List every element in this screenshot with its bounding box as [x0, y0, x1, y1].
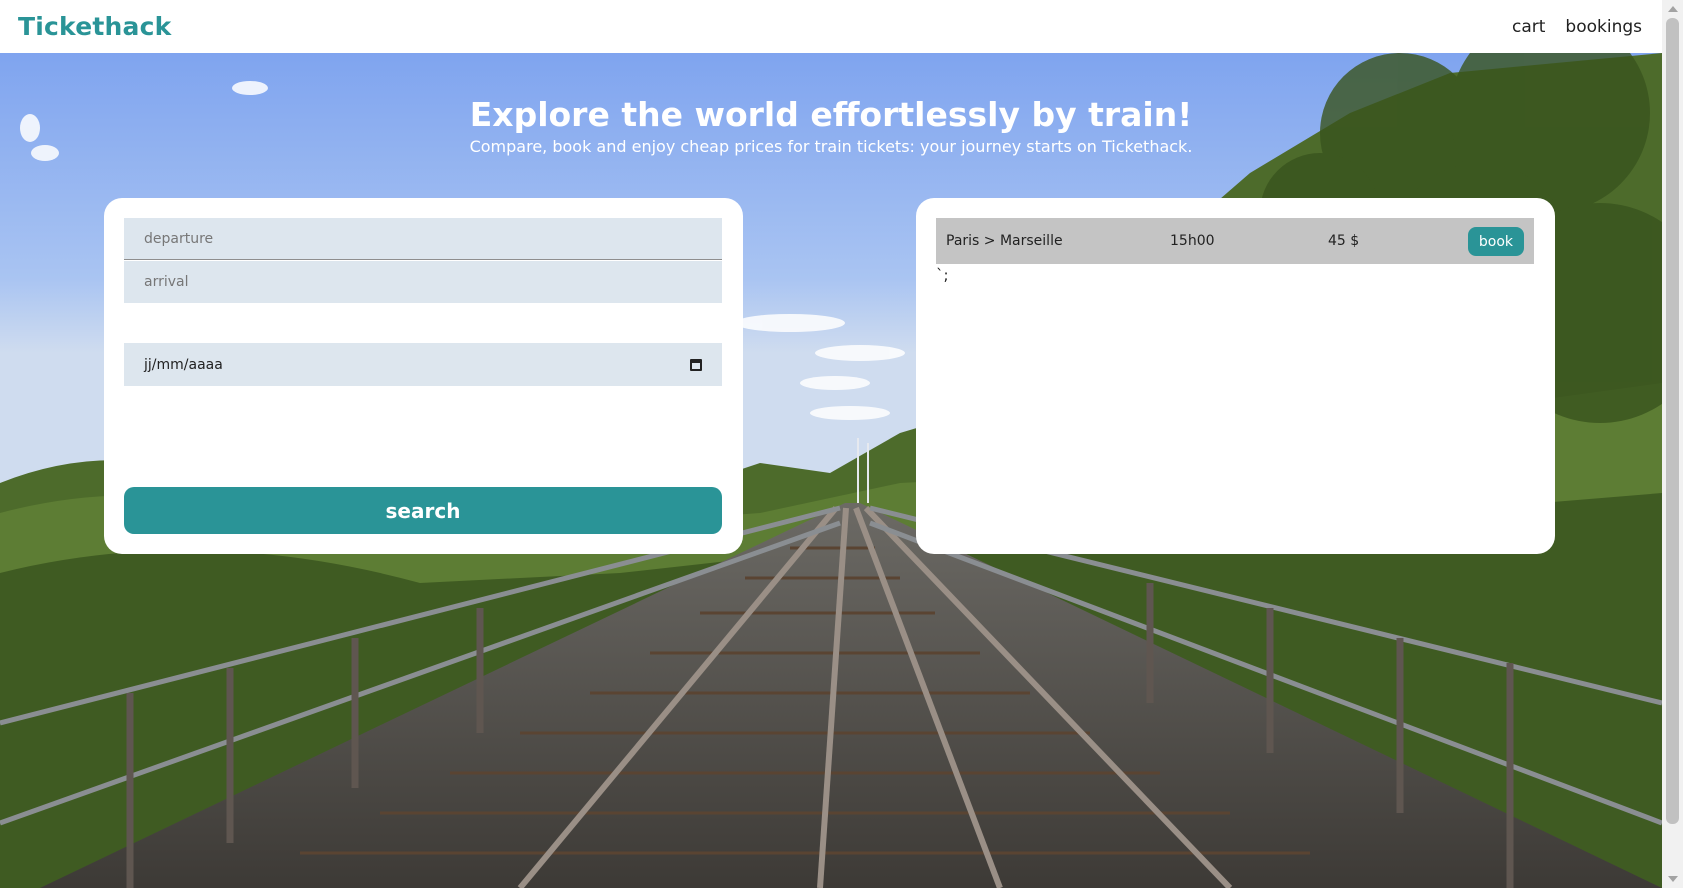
results-card: Paris > Marseille 15h00 45 $ book `; — [916, 198, 1555, 554]
date-input[interactable]: jj/mm/aaaa — [124, 343, 722, 386]
hero-subline: Compare, book and enjoy cheap prices for… — [469, 137, 1193, 156]
book-button[interactable]: book — [1467, 227, 1524, 256]
vertical-scrollbar[interactable] — [1662, 0, 1683, 888]
nav-bookings-link[interactable]: bookings — [1565, 17, 1642, 37]
trip-row: Paris > Marseille 15h00 45 $ book — [936, 218, 1534, 264]
stray-text: `; — [936, 266, 949, 284]
scroll-down-icon[interactable] — [1668, 876, 1678, 882]
date-placeholder: jj/mm/aaaa — [144, 356, 223, 373]
trip-route: Paris > Marseille — [946, 233, 1063, 249]
top-nav: cart bookings — [1512, 17, 1642, 37]
nav-cart-link[interactable]: cart — [1512, 17, 1545, 37]
trip-price: 45 $ — [1328, 233, 1360, 249]
calendar-icon[interactable] — [690, 358, 702, 371]
search-card: jj/mm/aaaa search — [104, 198, 743, 554]
trip-time: 15h00 — [1170, 233, 1215, 249]
top-header: Tickethack cart bookings — [0, 0, 1662, 53]
scroll-up-icon[interactable] — [1668, 6, 1678, 12]
scrollbar-thumb[interactable] — [1666, 18, 1679, 824]
search-button[interactable]: search — [124, 487, 722, 534]
brand-logo[interactable]: Tickethack — [18, 12, 171, 41]
departure-input[interactable] — [124, 218, 722, 260]
arrival-input[interactable] — [124, 261, 722, 303]
hero-headline: Explore the world effortlessly by train! — [469, 95, 1193, 134]
